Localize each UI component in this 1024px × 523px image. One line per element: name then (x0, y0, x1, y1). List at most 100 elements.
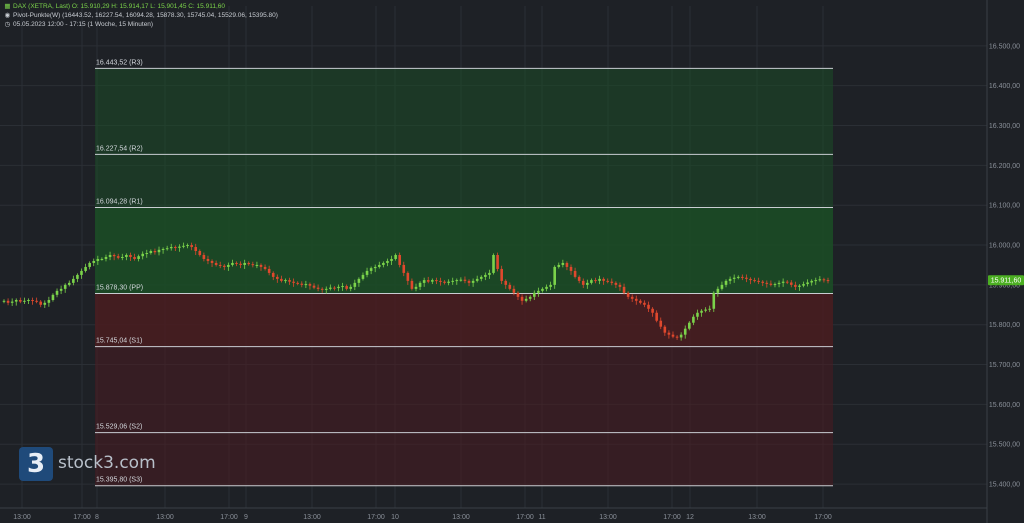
candle-body (769, 283, 773, 285)
indicator-icon: ◉ (4, 12, 11, 19)
candle-body (426, 280, 430, 282)
candle-body (688, 322, 691, 329)
price-tick-label: 15.600,00 (989, 402, 1020, 409)
candle-body (826, 280, 830, 282)
candle-body (341, 286, 344, 288)
candle-body (524, 298, 528, 301)
candle-body (324, 288, 328, 290)
candle-body (598, 278, 601, 281)
candle-body (789, 282, 793, 285)
candle-body (280, 278, 283, 281)
candle-body (443, 281, 446, 283)
candle-body (761, 281, 765, 283)
candle-body (765, 282, 769, 284)
candle-body (431, 280, 434, 282)
candle-body (814, 280, 818, 282)
candle-body (169, 247, 173, 249)
candle-body (406, 272, 410, 281)
candle-body (59, 288, 63, 291)
pivot-label-s3: 15.395,80 (S3) (96, 477, 142, 484)
candle-body (210, 260, 214, 263)
pivot-label-r2: 16.227,54 (R2) (96, 145, 143, 152)
candle-body (634, 298, 638, 301)
candle-body (402, 264, 406, 273)
candle-body (84, 266, 87, 271)
candle-body (373, 266, 377, 269)
candle-body (382, 262, 385, 265)
candle-body (475, 278, 479, 281)
time-tick-label: 17:00 (814, 514, 832, 521)
chart-icon: ▦ (4, 3, 11, 10)
candle-body (227, 264, 230, 267)
candle-body (55, 290, 59, 295)
candle-body (528, 296, 532, 299)
candle-body (80, 270, 83, 275)
time-tick-label: 13:00 (13, 514, 31, 521)
pivot-zones (95, 68, 833, 486)
candle-body (581, 280, 585, 285)
candle-body (267, 268, 271, 273)
candle-body (794, 284, 797, 287)
candle-body (671, 334, 675, 337)
candle-body (218, 264, 222, 266)
candle-body (178, 246, 181, 248)
candle-body (390, 258, 393, 261)
candle-body (716, 288, 720, 293)
candle-body (320, 288, 324, 290)
candle-body (72, 278, 75, 283)
candle-body (683, 328, 687, 335)
candle-body (802, 284, 805, 286)
candle-body (214, 262, 218, 265)
candle-body (561, 262, 565, 265)
candle-body (679, 334, 683, 338)
candle-body (467, 280, 471, 283)
candle-body (667, 332, 671, 335)
candle-body (394, 254, 397, 259)
candle-body (182, 245, 185, 247)
candle-body (329, 287, 332, 289)
candle-body (455, 280, 459, 282)
candle-body (508, 284, 512, 289)
candle-body (14, 300, 18, 302)
candle-body (35, 300, 38, 302)
candle-body (488, 272, 491, 275)
candle-body (614, 282, 618, 285)
resistance-zone-outer (95, 68, 833, 208)
candle-body (349, 286, 353, 289)
candle-body (100, 258, 104, 260)
candle-body (610, 281, 614, 283)
stock3-logo-mark: 3 (19, 447, 53, 481)
candle-body (333, 287, 336, 289)
candle-body (271, 272, 275, 277)
candle-body (96, 258, 100, 261)
candle-body (651, 308, 654, 313)
candle-body (6, 300, 10, 303)
candle-body (165, 248, 169, 250)
candle-body (741, 276, 744, 278)
candle-body (471, 280, 475, 283)
candle-body (602, 278, 605, 281)
candle-body (647, 304, 650, 309)
candle-body (190, 245, 193, 248)
pivot-label-s2: 15.529,06 (S2) (96, 424, 142, 431)
candle-body (439, 280, 442, 282)
price-tick-label: 15.800,00 (989, 322, 1020, 329)
candle-body (532, 292, 536, 297)
candle-body (92, 260, 96, 263)
candle-body (659, 320, 663, 327)
candle-body (31, 300, 34, 302)
candle-body (377, 264, 381, 267)
time-tick-label: 13:00 (599, 514, 617, 521)
candle-body (284, 280, 287, 282)
clock-icon: ◷ (4, 21, 11, 28)
candle-body (435, 280, 438, 282)
candle-body (414, 286, 418, 289)
candle-body (186, 245, 189, 247)
candle-body (47, 300, 51, 303)
candle-body (655, 312, 658, 321)
last-price-marker: 15.911,60 (988, 275, 1024, 286)
candle-body (137, 256, 140, 259)
candle-body (806, 282, 809, 285)
candle-body (251, 264, 255, 266)
candle-body (484, 274, 487, 277)
